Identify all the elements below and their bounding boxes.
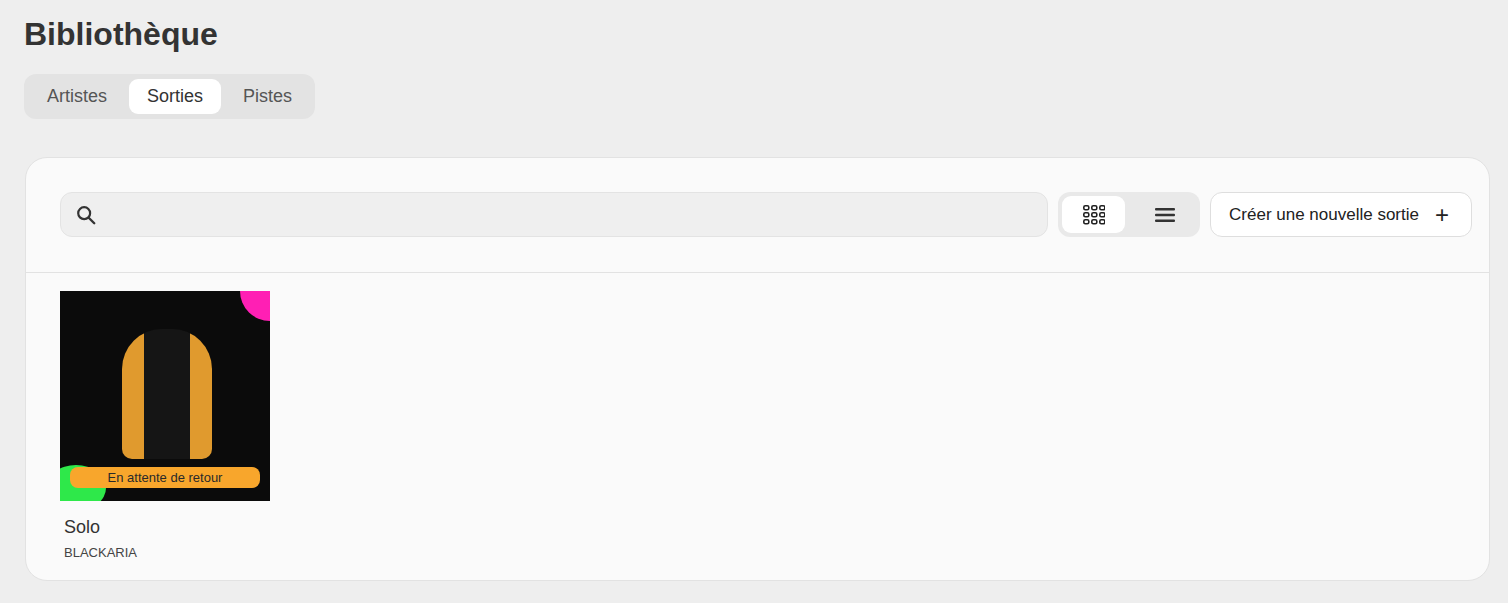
releases-panel: Créer une nouvelle sortie + En attente d… <box>25 157 1490 581</box>
library-page: Bibliothèque ArtistesSortiesPistes Créer… <box>0 0 1508 603</box>
view-toggle <box>1058 192 1200 237</box>
cover-corner <box>240 291 270 321</box>
page-title: Bibliothèque <box>24 14 1490 54</box>
plus-icon: + <box>1435 203 1449 227</box>
tab[interactable]: Sorties <box>129 79 221 114</box>
tab-bar: ArtistesSortiesPistes <box>24 74 315 119</box>
release-grid: En attente de retour Solo BLACKARIA <box>26 273 1489 578</box>
search-field[interactable] <box>60 192 1048 237</box>
release-cover: En attente de retour <box>60 291 270 501</box>
tab[interactable]: Pistes <box>225 79 310 114</box>
create-release-button[interactable]: Créer une nouvelle sortie + <box>1210 192 1472 237</box>
release-title: Solo <box>60 517 270 538</box>
cover-figure <box>122 329 212 459</box>
status-badge: En attente de retour <box>70 467 260 488</box>
toolbar: Créer une nouvelle sortie + <box>26 158 1489 273</box>
list-icon <box>1155 207 1175 223</box>
view-mode-button[interactable] <box>1062 196 1125 233</box>
grid-icon <box>1083 205 1105 225</box>
create-release-label: Créer une nouvelle sortie <box>1229 205 1419 225</box>
view-mode-button[interactable] <box>1133 196 1196 233</box>
tab[interactable]: Artistes <box>29 79 125 114</box>
release-card[interactable]: En attente de retour Solo BLACKARIA <box>60 291 270 560</box>
search-icon <box>75 204 97 226</box>
release-artist: BLACKARIA <box>60 545 270 560</box>
search-input[interactable] <box>107 205 1033 225</box>
